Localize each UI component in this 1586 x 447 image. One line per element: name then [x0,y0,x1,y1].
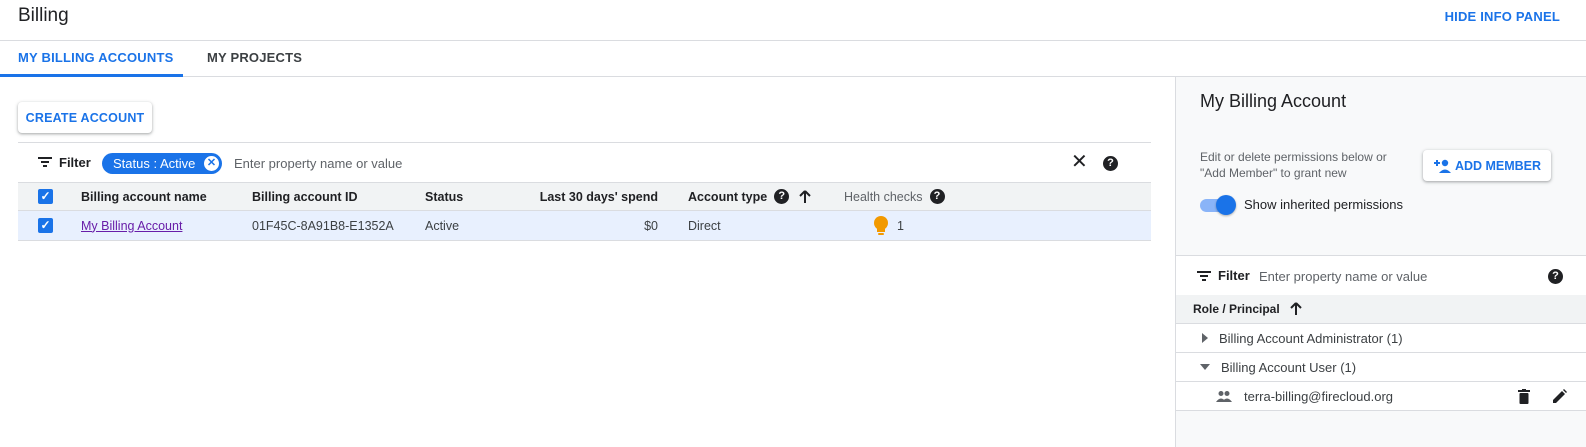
table-header: ✓ Billing account name Billing account I… [18,182,1151,211]
panel-title: My Billing Account [1200,91,1347,111]
column-header-spend[interactable]: Last 30 days' spend [538,183,658,210]
toggle-knob [1216,195,1236,215]
permissions-table: Role / Principal Billing Account Adminis… [1176,295,1586,411]
panel-filter-input[interactable] [1259,267,1529,285]
page-title: Billing [18,5,69,26]
tab-bar: MY BILLING ACCOUNTS MY PROJECTS [0,41,1586,77]
column-header-account-type[interactable]: Account type ? [688,183,811,210]
status-filter-chip[interactable]: Status : Active ✕ [102,153,222,174]
help-icon[interactable]: ? [774,189,790,204]
sort-arrow-up-icon[interactable] [1289,302,1302,316]
row-select-cell: ✓ [38,211,53,240]
role-principal-header: Role / Principal [1193,302,1280,316]
panel-filter-bar: Filter ? [1176,255,1586,295]
select-all-cell: ✓ [38,183,53,210]
main-content: CREATE ACCOUNT Filter Status : Active ✕ … [0,77,1175,447]
filter-icon [1197,271,1211,281]
panel-description: Edit or delete permissions below or "Add… [1200,150,1387,180]
group-icon [1216,391,1232,402]
column-header-name[interactable]: Billing account name [81,183,207,210]
column-header-status[interactable]: Status [425,183,463,210]
account-id-cell: 01F45C-8A91B8-E1352A [252,218,394,233]
create-account-button[interactable]: CREATE ACCOUNT [18,102,152,133]
spend-cell: $0 [644,218,658,233]
filter-input[interactable] [234,153,734,173]
select-all-checkbox[interactable]: ✓ [38,189,53,204]
filter-icon [38,157,52,167]
role-label: Billing Account Administrator (1) [1219,330,1403,346]
role-label: Billing Account User (1) [1221,359,1357,375]
top-bar: Billing HIDE INFO PANEL [0,0,1586,41]
filter-label: Filter [59,155,91,170]
add-member-button[interactable]: ADD MEMBER [1423,150,1551,181]
lightbulb-icon [874,215,888,235]
sort-arrow-up-icon[interactable] [799,189,811,204]
account-type-label: Account type [688,189,768,204]
add-member-label: ADD MEMBER [1454,158,1542,173]
help-icon[interactable]: ? [1548,269,1563,284]
tab-my-projects[interactable]: MY PROJECTS [207,41,302,77]
panel-filter-label: Filter [1218,268,1250,283]
account-type-cell: Direct [688,218,721,233]
chip-remove-icon[interactable]: ✕ [204,156,219,171]
column-header-id[interactable]: Billing account ID [252,183,358,210]
status-cell: Active [425,218,460,233]
account-name-link[interactable]: My Billing Account [81,219,182,233]
info-panel: My Billing Account Edit or delete permis… [1175,77,1586,447]
table-row[interactable]: ✓ My Billing Account 01F45C-8A91B8-E1352… [18,211,1151,241]
help-icon[interactable]: ? [1103,156,1118,171]
column-header-health: Health checks ? [844,183,945,210]
edit-icon[interactable] [1552,389,1567,404]
permissions-header[interactable]: Role / Principal [1176,295,1586,324]
chip-label: Status : Active [113,156,196,171]
delete-icon[interactable] [1518,389,1530,404]
expand-arrow-icon[interactable] [1202,333,1208,343]
health-checks-label: Health checks [844,189,923,204]
principal-email: terra-billing@firecloud.org [1244,388,1394,404]
clear-filter-icon[interactable]: ✕ [1071,152,1088,172]
filter-bar: Filter Status : Active ✕ ✕ ? [18,142,1151,182]
collapse-arrow-icon[interactable] [1200,364,1210,370]
row-checkbox[interactable]: ✓ [38,218,53,233]
role-row-user[interactable]: Billing Account User (1) [1176,353,1586,382]
billing-accounts-table: ✓ Billing account name Billing account I… [18,182,1151,241]
add-person-icon [1433,159,1451,173]
inherited-permissions-toggle[interactable] [1200,195,1236,215]
health-checks-cell[interactable]: 1 [873,211,904,240]
principal-row: terra-billing@firecloud.org [1176,382,1586,411]
account-name-cell: My Billing Account [81,211,182,240]
toggle-label: Show inherited permissions [1244,197,1403,212]
help-icon[interactable]: ? [929,189,945,204]
health-checks-count: 1 [897,218,904,233]
hide-info-panel-button[interactable]: HIDE INFO PANEL [1445,9,1560,24]
tab-my-billing-accounts[interactable]: MY BILLING ACCOUNTS [0,41,183,77]
role-row-administrator[interactable]: Billing Account Administrator (1) [1176,324,1586,353]
